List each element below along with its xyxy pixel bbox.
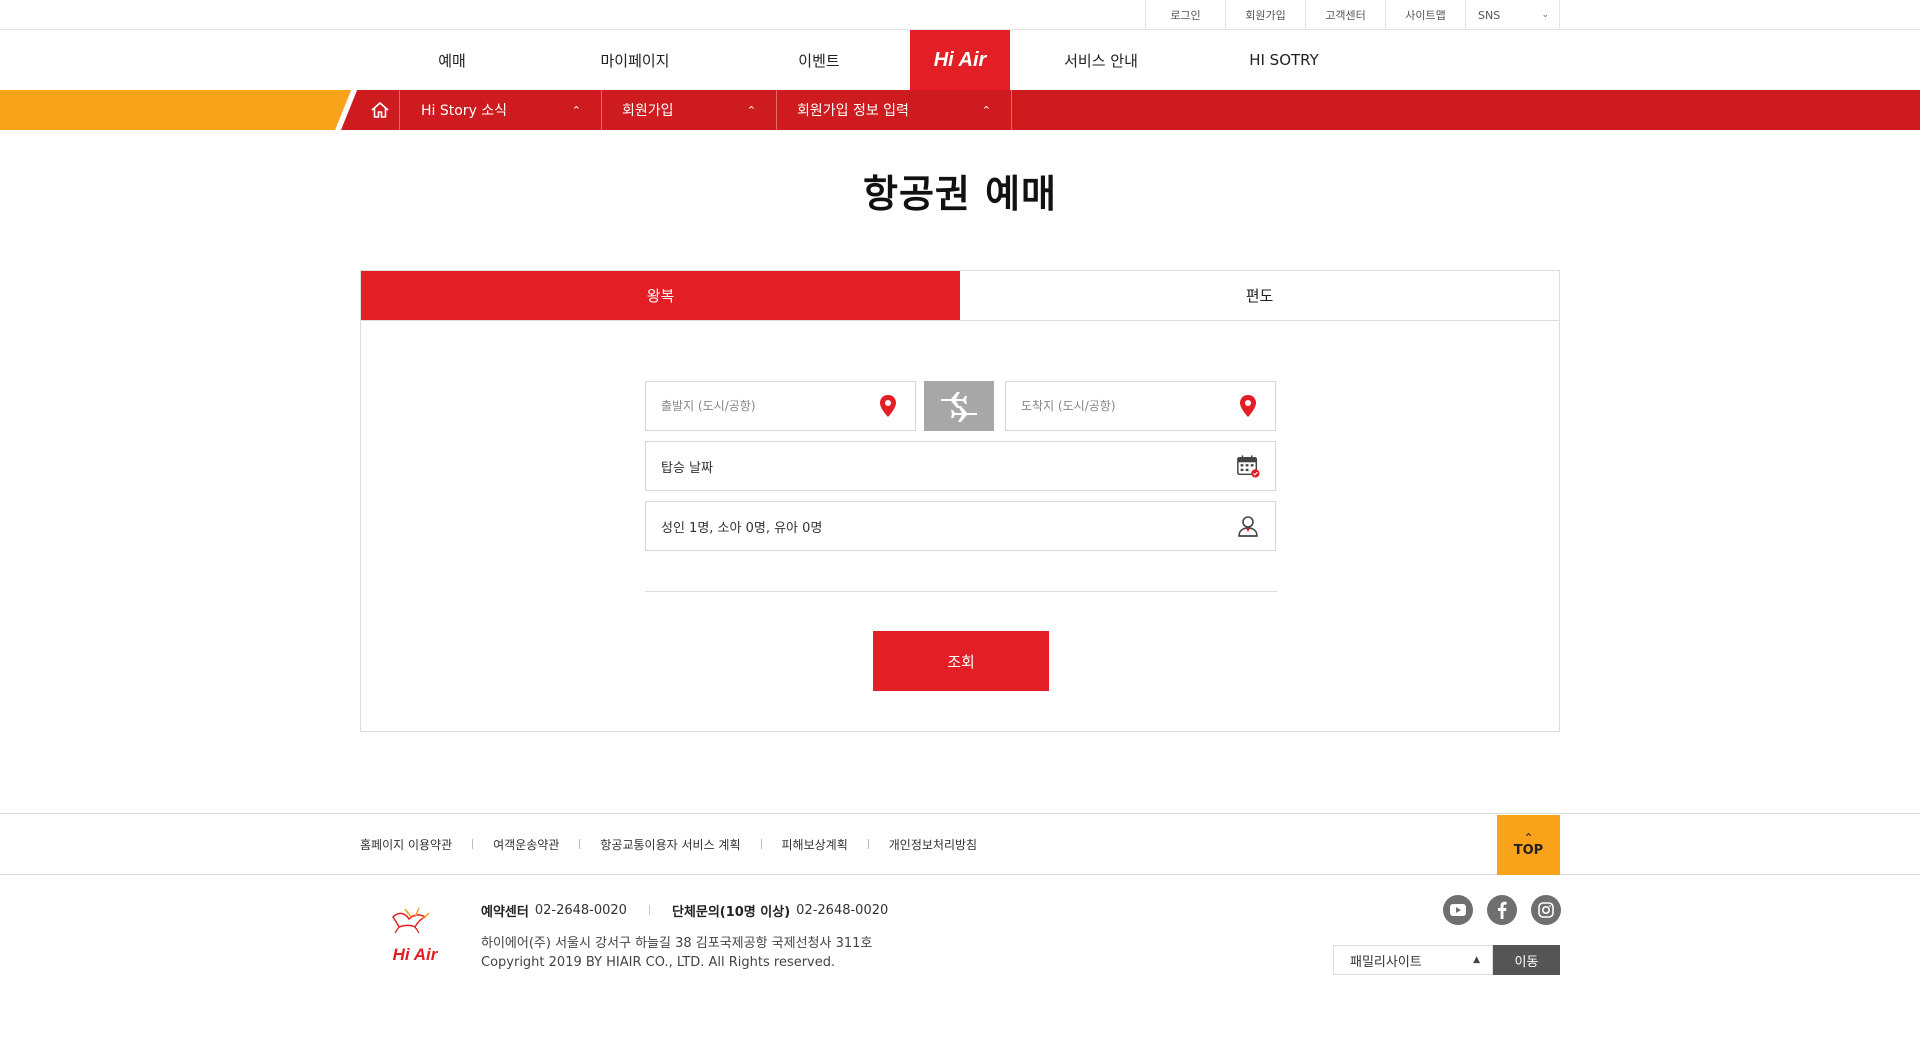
instagram-button[interactable] bbox=[1531, 895, 1561, 925]
booking-panel: 왕복 편도 탑승 날짜 bbox=[360, 270, 1560, 732]
location-pin-icon bbox=[876, 394, 900, 418]
nav-mypage[interactable]: 마이페이지 bbox=[585, 30, 685, 90]
nav-service[interactable]: 서비스 안내 bbox=[1041, 30, 1161, 90]
join-link[interactable]: 회원가입 bbox=[1226, 0, 1306, 30]
main-nav: 예매 마이페이지 이벤트 Hi Air 서비스 안내 HI SOTRY bbox=[0, 30, 1920, 90]
tab-round-trip[interactable]: 왕복 bbox=[361, 271, 960, 320]
social-links bbox=[1443, 895, 1561, 925]
nav-story[interactable]: HI SOTRY bbox=[1224, 30, 1344, 90]
facebook-icon bbox=[1498, 901, 1507, 919]
passenger-service-plan-link[interactable]: 항공교통이용자 서비스 계획 bbox=[600, 836, 740, 853]
footer-logo: Hi Air bbox=[385, 905, 445, 965]
footer-policy-links: 홈페이지 이용약관 여객운송약관 항공교통이용자 서비스 계획 피해보상계획 개… bbox=[360, 814, 977, 874]
link-separator bbox=[579, 839, 581, 849]
breadcrumb-join-label: 회원가입 bbox=[622, 103, 674, 119]
privacy-policy-link[interactable]: 개인정보처리방침 bbox=[889, 836, 977, 853]
location-pin-icon bbox=[1236, 394, 1260, 418]
tab-one-way[interactable]: 편도 bbox=[960, 271, 1559, 320]
family-site-label: 패밀리사이트 bbox=[1350, 954, 1422, 970]
back-to-top-button[interactable]: ⌃ TOP bbox=[1497, 815, 1560, 875]
breadcrumb-join-info-label: 회원가입 정보 입력 bbox=[797, 103, 909, 119]
terms-link[interactable]: 홈페이지 이용약관 bbox=[360, 836, 452, 853]
group-phone: 02-2648-0020 bbox=[796, 902, 889, 918]
page-title: 항공권 예매 bbox=[862, 172, 1058, 216]
nav-logo[interactable]: Hi Air bbox=[910, 30, 1010, 90]
youtube-icon bbox=[1450, 904, 1466, 916]
breadcrumb-story[interactable]: Hi Story 소식 ⌃ bbox=[401, 90, 602, 130]
person-icon bbox=[1236, 514, 1260, 538]
chevron-up-icon: ⌃ bbox=[1523, 830, 1534, 845]
instagram-icon bbox=[1538, 902, 1554, 918]
form-divider bbox=[645, 591, 1277, 592]
sns-dropdown[interactable]: SNS ⌄ bbox=[1466, 0, 1560, 30]
destination-field[interactable] bbox=[1005, 381, 1276, 431]
chevron-up-icon: ⌃ bbox=[571, 103, 581, 117]
utility-menu: 로그인 회원가입 고객센터 사이트맵 SNS ⌄ bbox=[1145, 0, 1560, 30]
group-inquiry-label: 단체문의(10명 이상) bbox=[671, 904, 791, 920]
chevron-up-icon: ⌃ bbox=[746, 103, 756, 117]
info-separator bbox=[648, 905, 650, 915]
company-address: 하이에어(주) 서울시 강서구 하늘길 38 김포국제공항 국제선청사 311호 bbox=[481, 936, 873, 951]
chevron-down-icon: ⌄ bbox=[1541, 10, 1549, 20]
breadcrumb-bar: Hi Story 소식 ⌃ 회원가입 ⌃ 회원가입 정보 입력 ⌃ bbox=[0, 90, 1920, 130]
login-link[interactable]: 로그인 bbox=[1146, 0, 1226, 30]
passenger-count: 성인 1명, 소아 0명, 유아 0명 bbox=[661, 520, 823, 536]
orange-accent-stripe bbox=[0, 90, 352, 130]
footer-company-info: 예약센터 02-2648-0020 단체문의(10명 이상) 02-2648-0… bbox=[481, 900, 889, 971]
facebook-button[interactable] bbox=[1487, 895, 1517, 925]
departure-date-field[interactable]: 탑승 날짜 bbox=[645, 441, 1276, 491]
link-separator bbox=[867, 839, 869, 849]
origin-field[interactable] bbox=[645, 381, 916, 431]
home-icon bbox=[370, 102, 389, 118]
utility-bar: 로그인 회원가입 고객센터 사이트맵 SNS ⌄ bbox=[0, 0, 1920, 30]
triangle-up-icon: ▲ bbox=[1473, 955, 1480, 965]
footer-logo-text: Hi Air bbox=[392, 945, 438, 964]
footer-links-bar: 홈페이지 이용약관 여객운송약관 항공교통이용자 서비스 계획 피해보상계획 개… bbox=[0, 813, 1920, 875]
reservation-center-label: 예약센터 bbox=[481, 904, 529, 920]
top-label: TOP bbox=[1513, 842, 1544, 858]
compensation-plan-link[interactable]: 피해보상계획 bbox=[782, 836, 848, 853]
reservation-phone: 02-2648-0020 bbox=[534, 902, 627, 918]
destination-input[interactable] bbox=[1021, 399, 1236, 413]
departure-date-label: 탑승 날짜 bbox=[661, 460, 713, 476]
youtube-button[interactable] bbox=[1443, 895, 1473, 925]
search-button[interactable]: 조회 bbox=[873, 631, 1049, 691]
chevron-up-icon: ⌃ bbox=[981, 103, 991, 117]
breadcrumb-story-label: Hi Story 소식 bbox=[421, 103, 508, 119]
origin-input[interactable] bbox=[661, 399, 876, 413]
home-button[interactable] bbox=[360, 90, 400, 130]
trip-type-tabs: 왕복 편도 bbox=[361, 271, 1559, 321]
swap-route-button[interactable] bbox=[924, 381, 994, 431]
nav-event[interactable]: 이벤트 bbox=[769, 30, 869, 90]
link-separator bbox=[472, 839, 474, 849]
link-separator bbox=[760, 839, 762, 849]
support-link[interactable]: 고객센터 bbox=[1306, 0, 1386, 30]
breadcrumb-join[interactable]: 회원가입 ⌃ bbox=[602, 90, 777, 130]
calendar-icon bbox=[1236, 454, 1260, 478]
sitemap-link[interactable]: 사이트맵 bbox=[1386, 0, 1466, 30]
nav-booking[interactable]: 예매 bbox=[402, 30, 502, 90]
copyright: Copyright 2019 BY HIAIR CO., LTD. All Ri… bbox=[481, 955, 836, 970]
passenger-field[interactable]: 성인 1명, 소아 0명, 유아 0명 bbox=[645, 501, 1276, 551]
airplane-swap-icon bbox=[941, 392, 977, 422]
breadcrumb-join-info[interactable]: 회원가입 정보 입력 ⌃ bbox=[777, 90, 1012, 130]
bird-logo-icon bbox=[392, 907, 430, 934]
family-site-selector: 패밀리사이트 ▲ 이동 bbox=[1333, 945, 1560, 975]
family-site-dropdown[interactable]: 패밀리사이트 ▲ bbox=[1333, 945, 1493, 975]
family-site-go-button[interactable]: 이동 bbox=[1493, 945, 1560, 975]
sns-label: SNS bbox=[1478, 8, 1501, 22]
carriage-terms-link[interactable]: 여객운송약관 bbox=[493, 836, 559, 853]
